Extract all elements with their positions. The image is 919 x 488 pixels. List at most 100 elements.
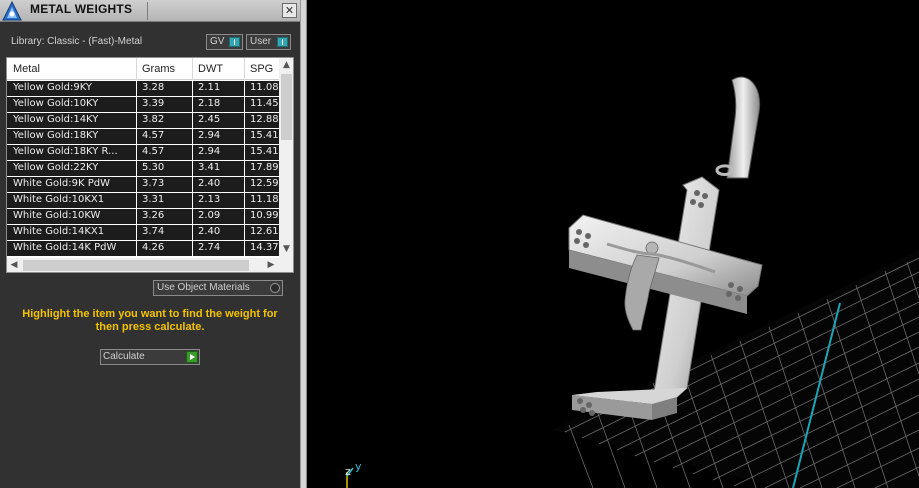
- table-row[interactable]: Yellow Gold:14KY 3.82 2.45 12.88: [7, 113, 279, 129]
- grams-cell: 3.73: [142, 178, 165, 189]
- column-divider[interactable]: [244, 58, 245, 80]
- column-divider[interactable]: [136, 58, 137, 80]
- cell-divider: [244, 129, 245, 145]
- vertical-scrollbar[interactable]: ▲ ▼: [279, 58, 293, 258]
- scroll-right-icon[interactable]: ▶: [264, 258, 278, 272]
- user-toggle[interactable]: User: [246, 34, 291, 50]
- z-axis-label: z: [345, 465, 351, 478]
- cell-divider: [192, 177, 193, 193]
- grams-cell: 3.31: [142, 194, 165, 205]
- cell-divider: [136, 241, 137, 257]
- grams-cell: 3.26: [142, 210, 165, 221]
- panel-title: METAL WEIGHTS: [30, 2, 133, 16]
- gv-toggle-label: GV: [210, 36, 225, 47]
- cell-divider: [192, 81, 193, 97]
- spg-cell: 14.37: [250, 242, 279, 253]
- cell-divider: [136, 225, 137, 241]
- grams-cell: 5.30: [142, 162, 165, 173]
- dwt-cell: 2.94: [198, 146, 221, 157]
- spg-cell: 15.41: [250, 146, 279, 157]
- column-header-dwt[interactable]: DWT: [198, 63, 223, 75]
- spg-cell: 12.59: [250, 178, 279, 189]
- table-row[interactable]: Yellow Gold:9KY 3.28 2.11 11.08: [7, 81, 279, 97]
- metal-cell: White Gold:14KX1: [13, 226, 105, 237]
- axis-triad: z y: [345, 460, 362, 488]
- title-divider: [147, 2, 148, 20]
- dwt-cell: 2.09: [198, 210, 221, 221]
- metal-cell: White Gold:10KX1: [13, 194, 105, 205]
- calculate-button[interactable]: Calculate: [100, 349, 200, 365]
- cell-divider: [192, 225, 193, 241]
- use-object-materials-label: Use Object Materials: [157, 282, 250, 293]
- panel-titlebar[interactable]: METAL WEIGHTS ✕: [0, 0, 300, 22]
- table-row[interactable]: Yellow Gold:22KY 5.30 3.41 17.89: [7, 161, 279, 177]
- metal-cell: Yellow Gold:18KY R...: [13, 146, 118, 157]
- table-row[interactable]: White Gold:14KX1 3.74 2.40 12.61: [7, 225, 279, 241]
- grams-cell: 3.28: [142, 82, 165, 93]
- column-header-spg[interactable]: SPG: [250, 63, 273, 75]
- table-row[interactable]: White Gold:10KW 3.26 2.09 10.99: [7, 209, 279, 225]
- table-row[interactable]: White Gold:10KX1 3.31 2.13 11.18: [7, 193, 279, 209]
- table-row[interactable]: White Gold:9K PdW 3.73 2.40 12.59: [7, 177, 279, 193]
- y-axis-label: y: [355, 460, 362, 473]
- dwt-cell: 2.74: [198, 242, 221, 253]
- cell-divider: [192, 209, 193, 225]
- scroll-up-icon[interactable]: ▲: [279, 58, 293, 72]
- cell-divider: [244, 193, 245, 209]
- dwt-cell: 2.40: [198, 178, 221, 189]
- scrollbar-corner: [279, 258, 293, 272]
- metal-table: Metal Grams DWT SPG Yellow Gold:9KY 3.28…: [6, 57, 294, 273]
- horizontal-scrollbar[interactable]: ◀ ▶: [7, 258, 279, 272]
- gv-toggle-switch-icon: [229, 37, 240, 47]
- cell-divider: [192, 97, 193, 113]
- 3d-viewport[interactable]: z y: [307, 0, 919, 488]
- scroll-down-icon[interactable]: ▼: [279, 242, 293, 256]
- cell-divider: [244, 177, 245, 193]
- table-row[interactable]: Yellow Gold:10KY 3.39 2.18 11.45: [7, 97, 279, 113]
- cell-divider: [136, 145, 137, 161]
- cell-divider: [244, 113, 245, 129]
- library-label: Library: Classic - (Fast)-Metal: [11, 36, 143, 47]
- cell-divider: [136, 81, 137, 97]
- column-header-grams[interactable]: Grams: [142, 63, 175, 75]
- scroll-left-icon[interactable]: ◀: [7, 258, 21, 272]
- metal-cell: Yellow Gold:18KY: [13, 130, 99, 141]
- app-logo-icon: [2, 1, 22, 21]
- grams-cell: 3.82: [142, 114, 165, 125]
- column-divider[interactable]: [192, 58, 193, 80]
- table-row[interactable]: White Gold:14K PdW 4.26 2.74 14.37: [7, 241, 279, 257]
- use-object-materials-radio-icon[interactable]: [270, 283, 280, 293]
- cell-divider: [192, 241, 193, 257]
- cell-divider: [192, 129, 193, 145]
- grams-cell: 4.57: [142, 146, 165, 157]
- cell-divider: [244, 209, 245, 225]
- use-object-materials-option[interactable]: Use Object Materials: [153, 280, 283, 296]
- column-header-metal[interactable]: Metal: [13, 63, 40, 75]
- dwt-cell: 2.18: [198, 98, 221, 109]
- spg-cell: 12.88: [250, 114, 279, 125]
- metal-cell: White Gold:10KW: [13, 210, 101, 221]
- spg-cell: 10.99: [250, 210, 279, 221]
- cell-divider: [136, 129, 137, 145]
- metal-cell: Yellow Gold:9KY: [13, 82, 92, 93]
- cell-divider: [136, 177, 137, 193]
- cell-divider: [136, 209, 137, 225]
- cell-divider: [244, 225, 245, 241]
- table-row[interactable]: Yellow Gold:18KY R... 4.57 2.94 15.41: [7, 145, 279, 161]
- cell-divider: [192, 145, 193, 161]
- gv-toggle[interactable]: GV: [206, 34, 243, 50]
- metal-cell: Yellow Gold:10KY: [13, 98, 99, 109]
- cell-divider: [244, 81, 245, 97]
- close-button[interactable]: ✕: [282, 3, 297, 18]
- panel-splitter[interactable]: [300, 0, 307, 488]
- play-arrow-icon[interactable]: [186, 351, 198, 363]
- dwt-cell: 2.40: [198, 226, 221, 237]
- cell-divider: [192, 113, 193, 129]
- horizontal-scroll-thumb[interactable]: [23, 260, 249, 271]
- spg-cell: 17.89: [250, 162, 279, 173]
- instruction-text: Highlight the item you want to find the …: [22, 308, 278, 333]
- calculate-button-label: Calculate: [103, 351, 145, 362]
- table-row[interactable]: Yellow Gold:18KY 4.57 2.94 15.41: [7, 129, 279, 145]
- vertical-scroll-thumb[interactable]: [281, 74, 292, 140]
- spg-cell: 15.41: [250, 130, 279, 141]
